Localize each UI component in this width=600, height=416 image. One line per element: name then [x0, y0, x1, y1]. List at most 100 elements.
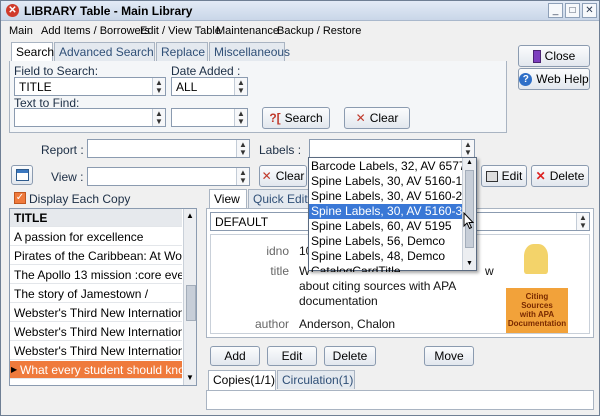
- search-button-label: Search: [284, 111, 323, 125]
- scroll-up-icon[interactable]: ▲: [466, 159, 473, 166]
- cover-text-line: Sources: [521, 301, 553, 310]
- cover-text-line: Documentation: [507, 319, 567, 328]
- cover-title-block: Citing Sources with APA Documentation: [506, 288, 568, 333]
- field-value-author: Anderson, Chalon: [299, 317, 396, 331]
- labels-label: Labels :: [259, 143, 302, 157]
- menu-main[interactable]: Main: [9, 25, 33, 37]
- delete-view-label: Delete: [549, 169, 585, 183]
- door-icon: [532, 49, 541, 63]
- list-item[interactable]: Webster's Third New Internation: [10, 304, 182, 322]
- tab-circulation[interactable]: Circulation(1): [277, 370, 355, 389]
- list-item-selected[interactable]: What every student should know: [10, 361, 182, 379]
- tab-view[interactable]: View: [209, 189, 247, 209]
- chevron-updown-icon: ▲ ▼: [236, 140, 249, 157]
- field-label-author: author: [254, 317, 289, 331]
- clear-search-label: Clear: [369, 111, 399, 125]
- display-each-copy-label: Display Each Copy: [29, 192, 131, 206]
- list-scrollbar[interactable]: ▲ ▼: [183, 209, 196, 385]
- edit-copy-button[interactable]: Edit: [267, 346, 317, 366]
- menu-backup[interactable]: Backup / Restore: [277, 25, 361, 37]
- text-find-secondary-combo[interactable]: ▲ ▼: [171, 108, 248, 127]
- list-item[interactable]: Pirates of the Caribbean: At Wo: [10, 247, 182, 265]
- close-window-button[interactable]: ✕: [582, 3, 597, 18]
- menu-maintenance[interactable]: Maintenance: [216, 25, 279, 37]
- tab-copies[interactable]: Copies(1/1): [208, 370, 276, 390]
- dropdown-item[interactable]: Spine Labels, 56, Demco: [309, 234, 475, 249]
- scroll-up-icon[interactable]: ▲: [186, 211, 194, 220]
- scroll-down-icon[interactable]: ▼: [466, 260, 473, 267]
- minimize-button[interactable]: _: [548, 3, 563, 18]
- delete-x-icon: ✕: [535, 169, 546, 183]
- field-label-title: title: [270, 264, 289, 278]
- dropdown-item-selected[interactable]: Spine Labels, 30, AV 5160-3: [309, 204, 475, 219]
- dropdown-item[interactable]: Barcode Labels, 32, AV 6577: [309, 159, 475, 174]
- view-clear-label: Clear: [275, 169, 305, 183]
- search-binoculars-icon: ?[: [269, 111, 281, 125]
- edit-icon: [485, 170, 498, 182]
- move-copy-button[interactable]: Move: [424, 346, 474, 366]
- tab-advanced-search[interactable]: Advanced Search: [54, 42, 155, 61]
- window-title: LIBRARY Table - Main Library: [24, 4, 193, 18]
- clear-filter-icon: ✕: [261, 169, 272, 183]
- dropdown-item[interactable]: Spine Labels, 30, AV 5160-2: [309, 189, 475, 204]
- dropdown-item[interactable]: Spine Labels, 48, Demco: [309, 249, 475, 264]
- chevron-updown-icon: ▲ ▼: [152, 78, 165, 95]
- maximize-button[interactable]: □: [565, 3, 580, 18]
- view-combo[interactable]: ▲ ▼: [87, 167, 250, 186]
- scroll-thumb[interactable]: [465, 170, 474, 248]
- mouse-cursor-icon: [463, 212, 475, 230]
- field-value-title-tail: w: [485, 264, 494, 278]
- list-item[interactable]: A passion for excellence: [10, 228, 182, 246]
- edit-view-button[interactable]: Edit: [481, 165, 527, 187]
- search-panel: Field to Search: TITLE ▲ ▼ Date Added : A…: [9, 61, 507, 133]
- book-cover-image: Citing Sources with APA Documentation: [506, 240, 568, 333]
- labels-combo[interactable]: ▲ ▼: [309, 139, 475, 158]
- menu-add-items[interactable]: Add Items / Borrowers: [41, 25, 150, 37]
- tab-quick-edit[interactable]: Quick Edit: [248, 189, 310, 208]
- web-help-button[interactable]: ? Web Help: [518, 68, 590, 90]
- dropdown-item[interactable]: CatalogCardTitle: [309, 264, 475, 272]
- detail-tabs: View Quick Edit: [209, 189, 319, 209]
- tab-replace[interactable]: Replace: [156, 42, 208, 61]
- menu-edit-view[interactable]: Edit / View Table: [140, 25, 221, 37]
- chevron-updown-icon: ▲ ▼: [576, 213, 589, 230]
- grid-header-title[interactable]: TITLE: [10, 209, 182, 227]
- cover-figure-icon: [524, 244, 548, 274]
- list-item[interactable]: The story of Jamestown /: [10, 285, 182, 303]
- view-clear-button[interactable]: ✕ Clear: [259, 165, 307, 187]
- list-item[interactable]: Webster's Third New Internation: [10, 323, 182, 341]
- date-added-combo[interactable]: ALL ▲ ▼: [171, 77, 248, 96]
- calendar-icon: [15, 169, 29, 181]
- report-combo[interactable]: ▲ ▼: [87, 139, 250, 158]
- field-value-title-line3: documentation: [299, 294, 378, 308]
- dropdown-item[interactable]: Spine Labels, 30, AV 5160-1: [309, 174, 475, 189]
- labels-dropdown-list: Barcode Labels, 32, AV 6577 Spine Labels…: [308, 157, 477, 272]
- calendar-button[interactable]: [11, 165, 33, 185]
- scroll-down-icon[interactable]: ▼: [186, 373, 194, 382]
- list-item[interactable]: Webster's Third New Internation: [10, 342, 182, 360]
- field-to-search-combo[interactable]: TITLE ▲ ▼: [14, 77, 166, 96]
- template-value: DEFAULT: [215, 215, 269, 229]
- close-button[interactable]: Close: [518, 45, 590, 67]
- clear-filter-icon: ✕: [355, 111, 366, 125]
- scroll-thumb[interactable]: [186, 285, 196, 321]
- dropdown-item[interactable]: Spine Labels, 60, AV 5195: [309, 219, 475, 234]
- display-each-copy-checkbox[interactable]: ✓: [14, 192, 26, 204]
- list-item[interactable]: The Apollo 13 mission :core eve: [10, 266, 182, 284]
- delete-view-button[interactable]: ✕ Delete: [531, 165, 589, 187]
- add-copy-button[interactable]: Add: [210, 346, 260, 366]
- row-pointer-icon: ▶: [11, 365, 18, 374]
- main-window: ✕ LIBRARY Table - Main Library _ □ ✕ Mai…: [0, 0, 600, 416]
- text-to-find-combo[interactable]: ▲ ▼: [14, 108, 166, 127]
- delete-copy-button[interactable]: Delete: [324, 346, 376, 366]
- tab-miscellaneous[interactable]: Miscellaneous: [209, 42, 290, 61]
- chevron-updown-icon: ▲ ▼: [234, 109, 247, 126]
- search-tabs: Search Advanced Search Replace Miscellan…: [11, 42, 290, 62]
- field-to-search-label: Field to Search:: [14, 64, 99, 78]
- web-help-label: Web Help: [536, 72, 589, 86]
- tab-search[interactable]: Search: [11, 42, 54, 62]
- search-button[interactable]: ?[ Search: [262, 107, 330, 129]
- chevron-updown-icon: ▲ ▼: [461, 140, 474, 157]
- menu-bar: Main Add Items / Borrowers Edit / View T…: [1, 22, 599, 40]
- clear-search-button[interactable]: ✕ Clear: [344, 107, 410, 129]
